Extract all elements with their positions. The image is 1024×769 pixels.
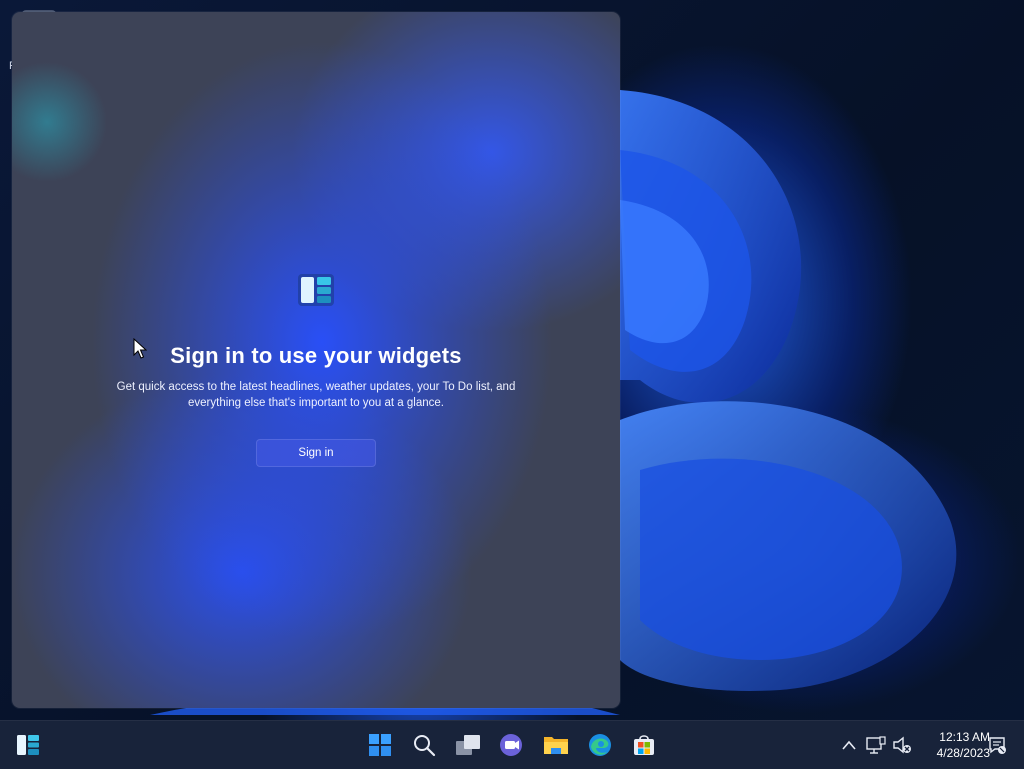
clock-date: 4/28/2023 xyxy=(936,746,990,760)
network-icon[interactable] xyxy=(865,734,887,756)
clock-time: 12:13 AM xyxy=(939,730,990,744)
system-clock[interactable]: 12:13 AM 4/28/2023 xyxy=(918,729,990,761)
edge-icon[interactable] xyxy=(585,730,615,760)
mouse-cursor-icon xyxy=(133,338,147,359)
widgets-signin-title: Sign in to use your widgets xyxy=(170,343,462,368)
widgets-panel: Sign in to use your widgets Get quick ac… xyxy=(12,12,620,708)
sign-in-button[interactable]: Sign in xyxy=(256,439,376,467)
task-view-icon[interactable] xyxy=(453,730,483,760)
volume-muted-icon[interactable] xyxy=(891,734,913,756)
widgets-icon[interactable] xyxy=(13,730,43,760)
start-icon[interactable] xyxy=(365,730,395,760)
store-icon[interactable] xyxy=(629,730,659,760)
chat-icon[interactable] xyxy=(497,730,527,760)
file-explorer-icon[interactable] xyxy=(541,730,571,760)
notification-icon[interactable] xyxy=(986,734,1008,756)
taskbar: 12:13 AM 4/28/2023 xyxy=(0,720,1024,769)
search-icon[interactable] xyxy=(409,730,439,760)
widgets-signin-prompt: Sign in to use your widgets Get quick ac… xyxy=(12,274,620,467)
chevron-up-icon[interactable] xyxy=(838,734,860,756)
widgets-logo-icon xyxy=(298,274,334,306)
widgets-signin-description: Get quick access to the latest headlines… xyxy=(116,381,516,409)
